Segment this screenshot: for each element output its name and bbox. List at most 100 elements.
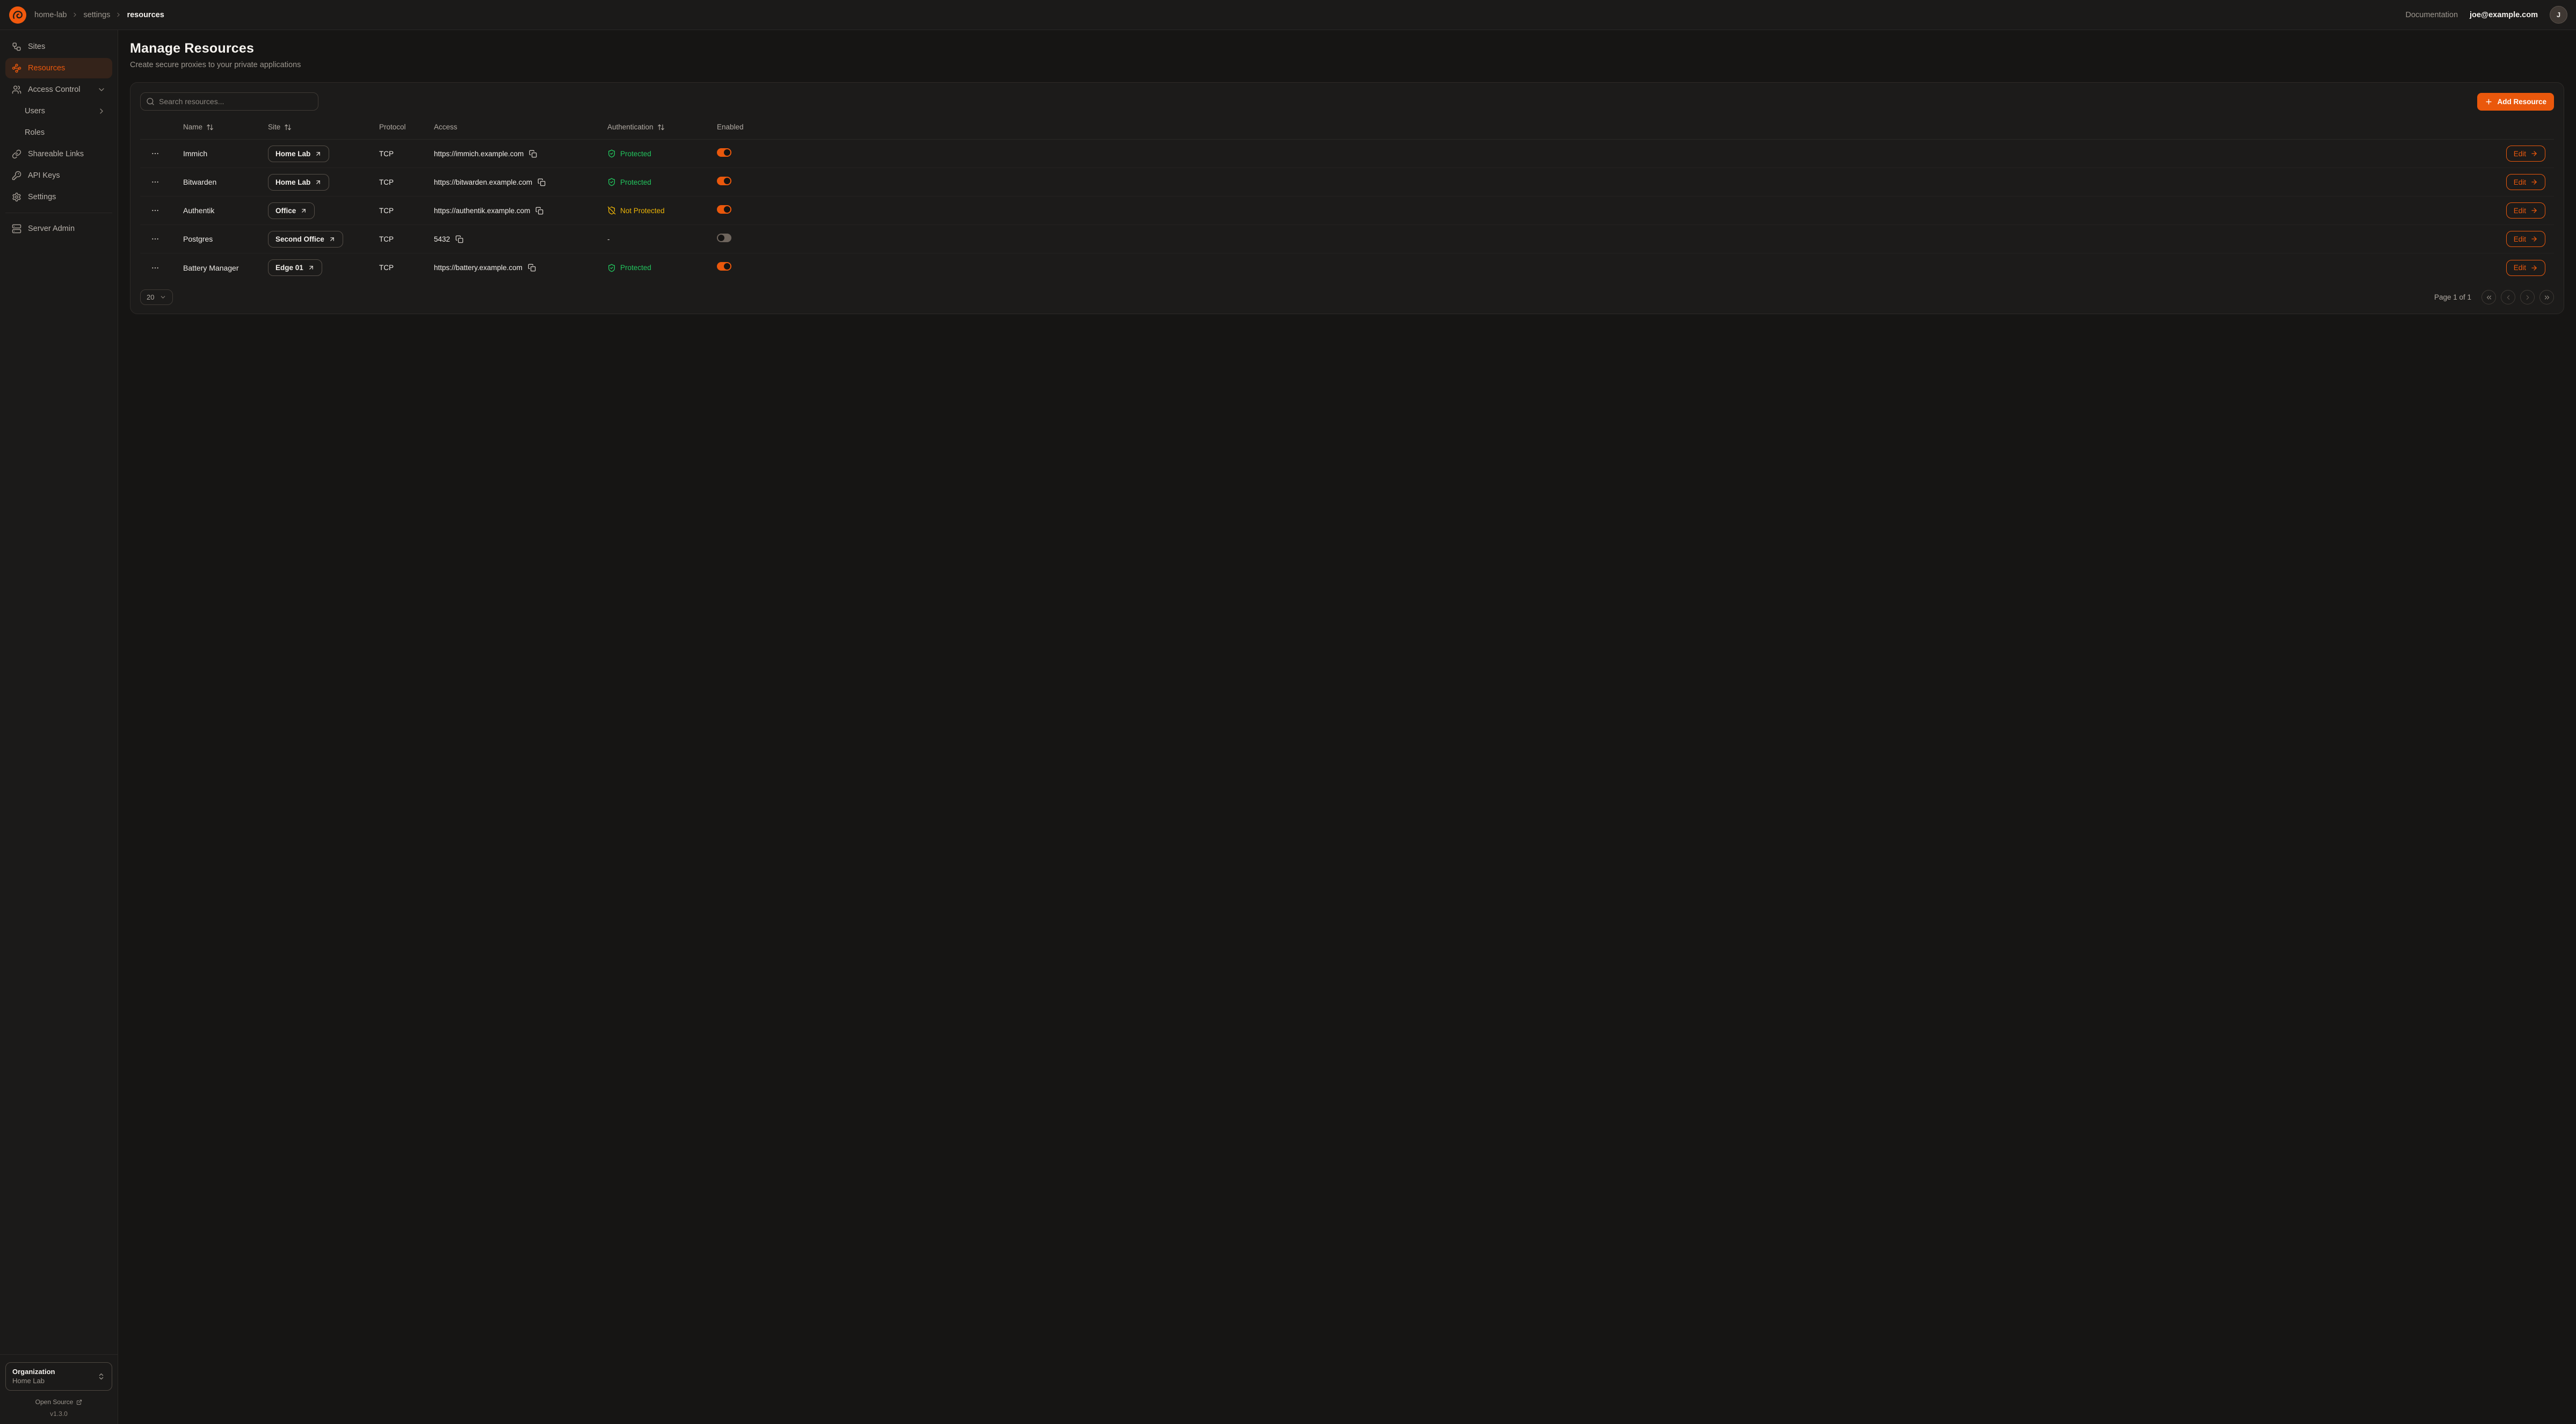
site-name: Home Lab <box>275 150 310 158</box>
header-authentication: Authentication <box>599 123 708 131</box>
search-icon <box>146 97 155 106</box>
organization-name: Home Lab <box>12 1376 97 1386</box>
edit-button[interactable]: Edit <box>2506 146 2545 162</box>
arrow-up-right-icon <box>315 179 322 186</box>
table-row: Postgres Second Office TCP 5432 - <box>140 225 2554 253</box>
site-link-button[interactable]: Home Lab <box>268 146 329 162</box>
search-input[interactable] <box>140 92 318 111</box>
sort-icon[interactable] <box>284 123 292 131</box>
gear-icon <box>12 192 21 202</box>
sidebar-item-label: API Keys <box>28 171 60 180</box>
resource-protocol: TCP <box>371 235 425 243</box>
page-size-select[interactable]: 20 <box>140 289 173 305</box>
shield-check-icon <box>607 264 616 272</box>
sort-icon[interactable] <box>206 123 214 131</box>
copy-icon[interactable] <box>455 235 464 243</box>
sidebar: Sites Resources Access Control Users Rol… <box>0 30 118 1424</box>
copy-icon[interactable] <box>528 264 536 272</box>
previous-page-button[interactable] <box>2501 290 2515 304</box>
edit-button[interactable]: Edit <box>2506 260 2545 276</box>
edit-button[interactable]: Edit <box>2506 202 2545 219</box>
edit-label: Edit <box>2514 235 2526 243</box>
header-access: Access <box>425 123 599 131</box>
sort-icon[interactable] <box>657 123 665 131</box>
copy-icon[interactable] <box>529 149 538 158</box>
arrow-right-icon <box>2530 207 2538 214</box>
resource-access: https://battery.example.com <box>434 264 523 272</box>
edit-label: Edit <box>2514 264 2526 272</box>
auth-status: Not Protected <box>607 206 700 215</box>
table-toolbar: Add Resource <box>140 92 2554 111</box>
arrow-up-right-icon <box>315 150 322 157</box>
copy-icon[interactable] <box>538 178 546 186</box>
sidebar-item-server-admin[interactable]: Server Admin <box>5 219 112 239</box>
auth-status: - <box>607 235 700 243</box>
arrow-up-right-icon <box>329 236 336 243</box>
arrow-right-icon <box>2530 150 2538 157</box>
resource-name: Bitwarden <box>175 178 259 186</box>
site-link-button[interactable]: Edge 01 <box>268 259 322 276</box>
user-email[interactable]: joe@example.com <box>2470 11 2538 19</box>
next-page-button[interactable] <box>2520 290 2535 304</box>
external-link-icon <box>76 1399 82 1405</box>
table-row: Authentik Office TCP https://authentik.e… <box>140 197 2554 225</box>
enabled-toggle[interactable] <box>717 148 731 157</box>
plus-icon <box>2485 98 2493 106</box>
edit-label: Edit <box>2514 178 2526 186</box>
enabled-toggle[interactable] <box>717 205 731 214</box>
main-content: Manage Resources Create secure proxies t… <box>118 30 2576 1424</box>
sidebar-item-shareable-links[interactable]: Shareable Links <box>5 144 112 164</box>
sidebar-item-api-keys[interactable]: API Keys <box>5 165 112 186</box>
resource-protocol: TCP <box>371 178 425 186</box>
sidebar-item-users[interactable]: Users <box>5 101 112 121</box>
enabled-toggle[interactable] <box>717 234 731 242</box>
open-source-link[interactable]: Open Source <box>5 1398 112 1406</box>
row-menu-button[interactable] <box>149 204 162 217</box>
ellipsis-icon <box>151 178 159 186</box>
waypoints-icon <box>12 63 21 73</box>
add-resource-label: Add Resource <box>2497 98 2546 106</box>
header-site: Site <box>259 123 371 131</box>
chevron-right-icon <box>71 11 78 18</box>
add-resource-button[interactable]: Add Resource <box>2477 93 2554 111</box>
copy-icon[interactable] <box>535 206 544 215</box>
row-menu-button[interactable] <box>149 176 162 188</box>
auth-status-label: Protected <box>620 178 651 186</box>
auth-status: Protected <box>607 264 700 272</box>
edit-button[interactable]: Edit <box>2506 231 2545 247</box>
last-page-button[interactable] <box>2539 290 2554 304</box>
users-icon <box>12 85 21 95</box>
ellipsis-icon <box>151 235 159 243</box>
site-name: Edge 01 <box>275 264 303 272</box>
breadcrumb-settings[interactable]: settings <box>83 11 110 19</box>
breadcrumb-org[interactable]: home-lab <box>34 11 67 19</box>
site-link-button[interactable]: Second Office <box>268 231 343 248</box>
page-info: Page 1 of 1 <box>2434 293 2471 301</box>
chevron-right-icon <box>115 11 122 18</box>
sidebar-item-label: Users <box>25 107 45 115</box>
sidebar-item-access-control[interactable]: Access Control <box>5 79 112 100</box>
row-menu-button[interactable] <box>149 233 162 245</box>
sidebar-item-roles[interactable]: Roles <box>5 122 112 143</box>
app-logo-icon[interactable] <box>9 6 27 24</box>
arrow-right-icon <box>2530 178 2538 186</box>
sidebar-item-resources[interactable]: Resources <box>5 58 112 78</box>
row-menu-button[interactable] <box>149 147 162 160</box>
sidebar-item-label: Resources <box>28 64 65 72</box>
enabled-toggle[interactable] <box>717 177 731 185</box>
edit-button[interactable]: Edit <box>2506 174 2545 190</box>
site-link-button[interactable]: Office <box>268 202 315 219</box>
avatar[interactable]: J <box>2550 6 2567 24</box>
row-menu-button[interactable] <box>149 261 162 274</box>
enabled-toggle[interactable] <box>717 262 731 271</box>
auth-status-label: Protected <box>620 264 651 272</box>
sidebar-item-settings[interactable]: Settings <box>5 187 112 207</box>
organization-selector[interactable]: Organization Home Lab <box>5 1362 112 1391</box>
first-page-button[interactable] <box>2481 290 2496 304</box>
avatar-initial: J <box>2557 11 2560 19</box>
breadcrumb: home-lab settings resources <box>34 11 164 19</box>
site-link-button[interactable]: Home Lab <box>268 174 329 191</box>
sidebar-item-sites[interactable]: Sites <box>5 37 112 57</box>
header-enabled: Enabled <box>708 123 783 131</box>
documentation-link[interactable]: Documentation <box>2406 11 2458 19</box>
